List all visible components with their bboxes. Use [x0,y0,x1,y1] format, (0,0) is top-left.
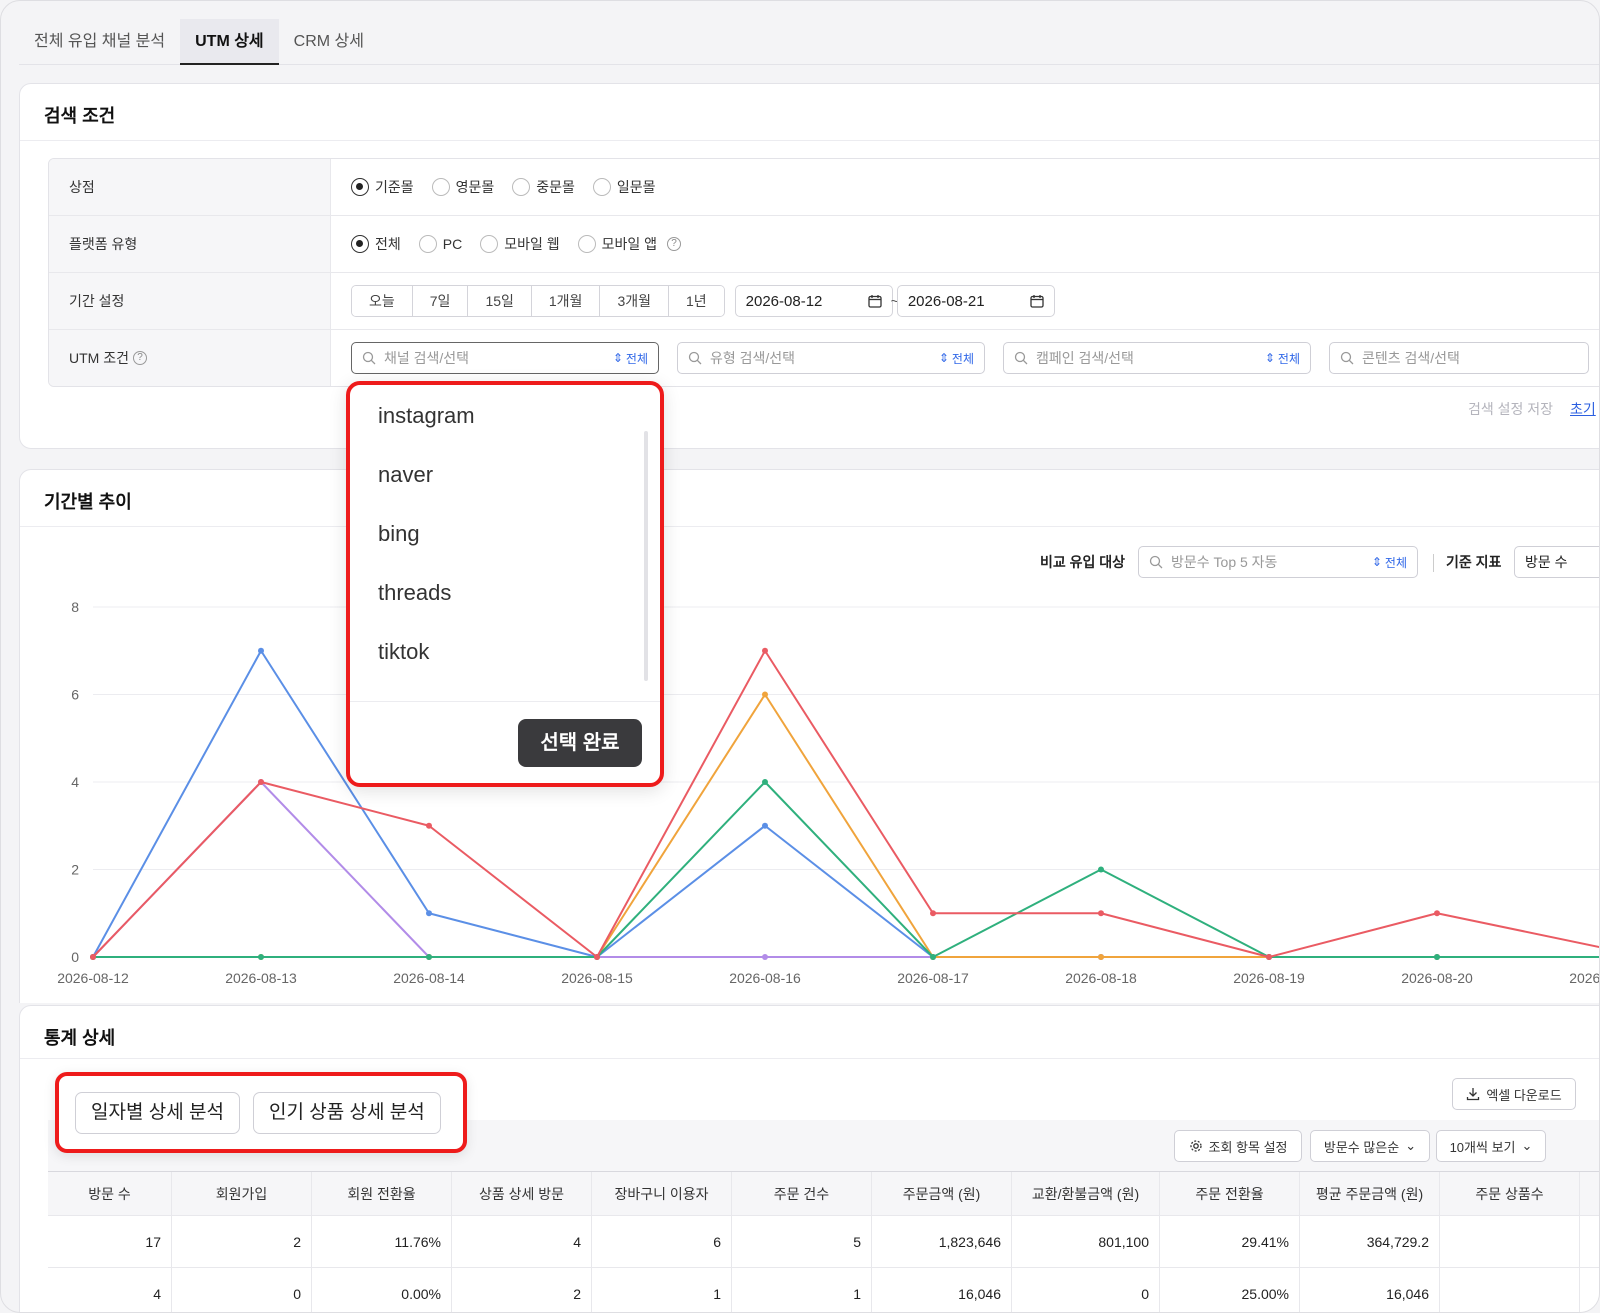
data-point [258,647,264,654]
table-cell: 1 [592,1268,732,1312]
dropdown-option-instagram[interactable]: instagram [378,403,475,429]
y-tick-label: 0 [71,949,79,965]
stats-card: 통계 상세 엑셀 다운로드 조회 항목 설정 방문수 많은순 ⌄ 10개씩 보기 ⌄… [19,1005,1599,1312]
data-point [258,779,264,785]
data-point [762,691,768,698]
table-cell: 29.41% [1160,1216,1300,1267]
app-frame: 전체 유입 채널 분석 UTM 상세 CRM 상세 검색 조건 상점 기준몰 영… [0,0,1600,1313]
table-cell: 2 [452,1268,592,1312]
dropdown-option-naver[interactable]: naver [378,462,433,488]
stats-title: 통계 상세 [44,1028,116,1048]
column-header[interactable]: 방문 수 [48,1172,172,1215]
x-tick-label: 2026-08-21 [1569,970,1600,986]
data-point [594,954,600,960]
table-cell: 1 [732,1268,872,1312]
data-point [426,822,432,829]
column-header[interactable]: 상품 상세 방문 [452,1172,592,1215]
table-cell: 2 [172,1216,312,1267]
table-cell: 11.76% [312,1216,452,1267]
dropdown-scrollbar[interactable] [644,431,648,681]
dropdown-option-bing[interactable]: bing [378,521,420,547]
data-point [1098,910,1104,917]
table-cell: 4 [48,1268,172,1312]
table-cell [1440,1216,1580,1267]
data-point [930,910,936,917]
table-cell: 16,046 [872,1268,1012,1312]
page-size-select[interactable]: 10개씩 보기 ⌄ [1436,1130,1546,1162]
y-tick-label: 8 [71,599,79,615]
stats-table: 방문 수 회원가입 회원 전환율 상품 상세 방문 장바구니 이용자 주문 건수 주문금액 … [48,1171,1599,1312]
chevron-down-icon: ⌄ [1405,1138,1417,1153]
data-point [1098,954,1104,960]
chevron-down-icon: ⌄ [1521,1138,1533,1153]
table-cell: 6 [592,1216,732,1267]
data-point [426,910,432,917]
sort-select[interactable]: 방문수 많은순 ⌄ [1310,1130,1430,1162]
data-point [1266,954,1272,960]
table-cell: 16,046 [1300,1268,1440,1312]
data-point [762,779,768,785]
y-tick-label: 4 [71,774,79,790]
table-cell: 0.00% [312,1268,452,1312]
table-row: 4 0 0.00% 2 1 1 16,046 0 25.00% 16,046 [48,1268,1599,1312]
download-icon [1467,1088,1480,1101]
x-tick-label: 2026-08-15 [561,970,633,986]
data-point [762,822,768,829]
table-cell: 1,823,646 [872,1216,1012,1267]
column-header[interactable]: 회원 전환율 [312,1172,452,1215]
column-header[interactable]: 주문금액 (원) [872,1172,1012,1215]
column-settings-button[interactable]: 조회 항목 설정 [1174,1130,1302,1162]
table-cell: 0 [1012,1268,1160,1312]
x-tick-label: 2026-08-16 [729,970,801,986]
x-tick-label: 2026-08-12 [57,970,129,986]
trend-chart: 0 2 4 6 8 2026-08-12 2026-08-13 2026-08-14 2026-… [57,599,1600,986]
channel-dropdown: instagram naver bing threads tiktok 선택 완… [346,381,664,787]
table-cell: 5 [732,1216,872,1267]
excel-download-button[interactable]: 엑셀 다운로드 [1452,1078,1576,1110]
series-line-4 [92,649,1599,958]
dropdown-option-tiktok[interactable]: tiktok [378,639,429,665]
data-point [258,954,264,960]
y-tick-label: 2 [71,862,79,878]
series-line-0 [92,649,1599,958]
table-cell: 801,100 [1012,1216,1160,1267]
table-cell: 25.00% [1160,1268,1300,1312]
table-header: 방문 수 회원가입 회원 전환율 상품 상세 방문 장바구니 이용자 주문 건수 주문금액 … [48,1172,1599,1216]
dropdown-option-threads[interactable]: threads [378,580,451,606]
gear-icon [1189,1140,1202,1152]
table-cell: 0 [172,1268,312,1312]
series-line-2 [93,693,1599,958]
column-header[interactable]: 평균 주문금액 (원) [1300,1172,1440,1215]
data-point [762,954,768,960]
column-header[interactable]: 회원가입 [172,1172,312,1215]
data-point [930,954,936,960]
daily-analysis-button[interactable]: 일자별 상세 분석 [75,1092,240,1134]
x-tick-label: 2026-08-17 [897,970,969,986]
x-tick-label: 2026-08-20 [1401,970,1473,986]
popular-product-analysis-button[interactable]: 인기 상품 상세 분석 [253,1092,441,1134]
x-tick-label: 2026-08-18 [1065,970,1137,986]
data-point [426,954,432,960]
data-point [762,647,768,654]
y-tick-label: 6 [71,687,79,703]
table-cell [1440,1268,1580,1312]
data-point [1098,866,1104,873]
data-point [90,954,96,960]
column-header[interactable]: 교환/환불금액 (원) [1012,1172,1160,1215]
data-point [1434,954,1440,960]
table-cell: 17 [48,1216,172,1267]
data-point [1434,910,1440,917]
column-header[interactable]: 장바구니 이용자 [592,1172,732,1215]
x-tick-label: 2026-08-14 [393,970,465,986]
column-header[interactable]: 주문 전환율 [1160,1172,1300,1215]
column-header[interactable]: 주문 건수 [732,1172,872,1215]
select-done-button[interactable]: 선택 완료 [518,719,642,767]
column-header[interactable]: 주문 상품수 [1440,1172,1580,1215]
x-tick-label: 2026-08-13 [225,970,297,986]
analysis-tab-highlight: 일자별 상세 분석 인기 상품 상세 분석 [55,1072,467,1153]
table-cell: 364,729.2 [1300,1216,1440,1267]
x-tick-label: 2026-08-19 [1233,970,1305,986]
table-cell: 4 [452,1216,592,1267]
table-row: 17 2 11.76% 4 6 5 1,823,646 801,100 29.41% 364,72… [48,1216,1599,1268]
